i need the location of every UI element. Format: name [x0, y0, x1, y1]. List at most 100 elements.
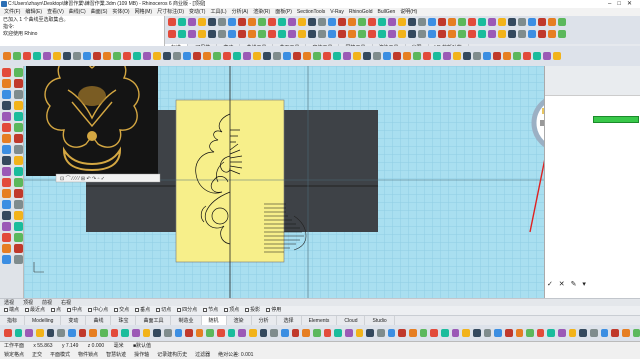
tool-icon[interactable] — [99, 329, 108, 337]
reference-photo[interactable] — [26, 66, 158, 176]
tool-icon[interactable] — [323, 329, 332, 337]
tool-icon[interactable] — [14, 233, 23, 242]
tool-icon[interactable] — [14, 178, 23, 187]
tool-icon[interactable] — [632, 329, 640, 337]
tool-icon[interactable] — [2, 156, 11, 165]
tool-icon[interactable] — [358, 18, 366, 26]
tool-icon[interactable] — [313, 52, 321, 60]
tool-icon[interactable] — [2, 90, 11, 99]
osnap-option[interactable]: 交点 — [114, 307, 129, 313]
tool-icon[interactable] — [23, 52, 31, 60]
tool-icon[interactable] — [348, 30, 356, 38]
osnap-option[interactable]: 停用 — [266, 307, 281, 313]
tool-icon[interactable] — [53, 52, 61, 60]
tool-icon[interactable] — [600, 329, 609, 337]
tool-icon[interactable] — [203, 52, 211, 60]
tool-icon[interactable] — [249, 329, 257, 337]
tool-icon[interactable] — [368, 30, 376, 38]
checkbox[interactable] — [25, 307, 30, 312]
tool-icon[interactable] — [2, 123, 11, 132]
tool-icon[interactable] — [218, 18, 226, 26]
tool-icon[interactable] — [388, 18, 396, 26]
status-toggle[interactable]: 记录建构历史 — [157, 352, 187, 358]
menu-item[interactable]: BullGen — [377, 9, 395, 15]
tool-icon[interactable] — [228, 18, 236, 26]
checkbox[interactable] — [88, 307, 93, 312]
tool-icon[interactable] — [3, 52, 11, 60]
osnap-option[interactable]: 四分点 — [177, 307, 197, 313]
tool-icon[interactable] — [338, 18, 346, 26]
tool-icon[interactable] — [533, 52, 541, 60]
tool-icon[interactable] — [438, 30, 446, 38]
tool-icon[interactable] — [163, 52, 171, 60]
tool-icon[interactable] — [388, 30, 396, 38]
tool-icon[interactable] — [2, 200, 11, 209]
tool-icon[interactable] — [308, 30, 316, 38]
menu-item[interactable]: 工具(L) — [210, 9, 226, 15]
tool-icon[interactable] — [378, 30, 386, 38]
tool-icon[interactable] — [2, 233, 11, 242]
tool-icon[interactable] — [268, 18, 276, 26]
tool-icon[interactable] — [378, 18, 386, 26]
tool-icon[interactable] — [478, 18, 486, 26]
tool-icon[interactable] — [468, 18, 476, 26]
tool-icon[interactable] — [291, 329, 300, 337]
tool-icon[interactable] — [423, 52, 431, 60]
tool-icon[interactable] — [376, 329, 385, 337]
tool-icon[interactable] — [440, 329, 449, 337]
tool-icon[interactable] — [33, 52, 41, 60]
tool-icon[interactable] — [622, 329, 630, 337]
menu-item[interactable]: 渲染(R) — [253, 9, 270, 15]
tool-icon[interactable] — [558, 329, 566, 337]
tool-icon[interactable] — [430, 329, 438, 337]
tool-icon[interactable] — [163, 329, 172, 337]
tool-icon[interactable] — [433, 52, 441, 60]
tool-icon[interactable] — [403, 52, 411, 60]
tool-icon[interactable] — [248, 30, 256, 38]
tool-icon[interactable] — [358, 30, 366, 38]
tool-icon[interactable] — [208, 30, 216, 38]
osnap-option[interactable]: 中点 — [67, 307, 82, 313]
tool-icon[interactable] — [2, 222, 11, 231]
tool-icon[interactable] — [278, 30, 286, 38]
tool-icon[interactable] — [121, 329, 129, 337]
tool-icon[interactable] — [398, 30, 406, 38]
tool-icon[interactable] — [258, 30, 266, 38]
tool-icon[interactable] — [123, 52, 131, 60]
tool-icon[interactable] — [2, 178, 11, 187]
tool-icon[interactable] — [318, 30, 326, 38]
tool-icon[interactable] — [398, 329, 406, 337]
tool-icon[interactable] — [508, 18, 516, 26]
tool-icon[interactable] — [14, 255, 23, 264]
tool-icon[interactable] — [488, 30, 496, 38]
tool-icon[interactable] — [14, 200, 23, 209]
tool-icon[interactable] — [14, 244, 23, 253]
tool-icon[interactable] — [568, 329, 577, 337]
tool-icon[interactable] — [508, 30, 516, 38]
tool-icon[interactable] — [168, 30, 176, 38]
checkbox[interactable] — [114, 307, 119, 312]
tool-icon[interactable] — [343, 52, 351, 60]
tool-icon[interactable] — [590, 329, 598, 337]
tool-icon[interactable] — [73, 52, 81, 60]
tool-icon[interactable] — [334, 329, 342, 337]
tool-icon[interactable] — [448, 30, 456, 38]
menu-item[interactable]: 编辑(E) — [25, 9, 42, 15]
status-toggle[interactable]: 绝对公差: 0.001 — [218, 352, 253, 358]
menu-item[interactable]: 说明(H) — [400, 9, 417, 15]
tool-icon[interactable] — [57, 329, 65, 337]
tool-icon[interactable] — [153, 52, 161, 60]
tool-icon[interactable] — [523, 52, 531, 60]
tool-icon[interactable] — [248, 18, 256, 26]
tool-icon[interactable] — [387, 329, 396, 337]
tool-icon[interactable] — [14, 79, 23, 88]
tool-icon[interactable] — [308, 18, 316, 26]
tool-icon[interactable] — [526, 329, 534, 337]
tool-icon[interactable] — [518, 30, 526, 38]
tool-icon[interactable] — [418, 30, 426, 38]
checkbox[interactable] — [135, 307, 140, 312]
tool-icon[interactable] — [288, 18, 296, 26]
tool-icon[interactable] — [14, 101, 23, 110]
tool-icon[interactable] — [233, 52, 241, 60]
checkbox[interactable] — [245, 307, 250, 312]
